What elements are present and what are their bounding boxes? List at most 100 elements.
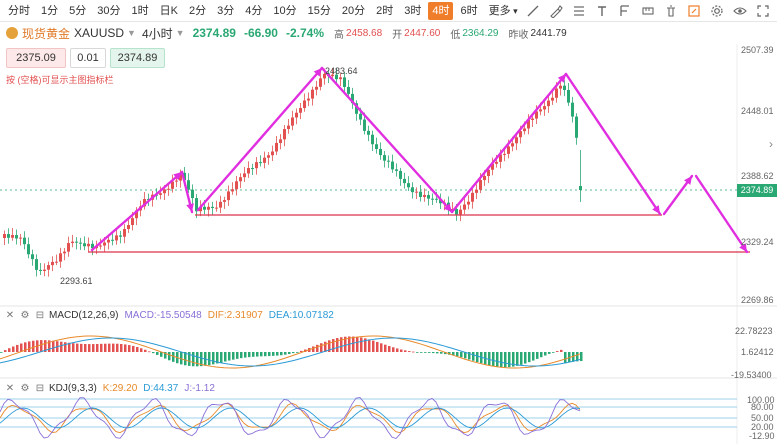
symbol-code[interactable]: XAUUSD: [74, 26, 124, 40]
macd-bar: [4, 350, 7, 352]
candle-body: [51, 261, 54, 266]
macd-bar: [400, 349, 403, 352]
kdj-name[interactable]: KDJ(9,3,3): [49, 383, 97, 394]
d-value: 44.37: [153, 382, 179, 394]
eye-icon[interactable]: [730, 1, 750, 21]
candle-body: [555, 88, 558, 98]
candle-body: [39, 269, 42, 271]
price-axis-label: 2448.01: [741, 106, 774, 116]
tab-timeframe[interactable]: 4分: [241, 2, 266, 20]
chevron-right-icon[interactable]: ›: [765, 136, 777, 152]
macd-bar: [16, 344, 19, 352]
candle-body: [479, 180, 482, 190]
tab-timeframe[interactable]: 15分: [304, 2, 335, 20]
text-tool-icon[interactable]: [592, 1, 612, 21]
candle-body: [515, 137, 518, 144]
clear-icon[interactable]: [661, 1, 681, 21]
tab-timeframe[interactable]: 6时: [456, 2, 481, 20]
sell-button[interactable]: 2375.09: [6, 48, 66, 68]
drawing-mode-icon[interactable]: [684, 1, 704, 21]
tab-timeframe[interactable]: 1分: [37, 2, 62, 20]
prev-close-value: 2441.79: [530, 27, 567, 39]
tab-timeframe[interactable]: 10分: [269, 2, 300, 20]
candle-body: [363, 119, 366, 131]
brush-icon[interactable]: [546, 1, 566, 21]
indicator-hint: 按 (空格)可显示主图指标栏: [6, 75, 114, 85]
candle-body: [167, 188, 170, 190]
tab-timeframe[interactable]: 2时: [372, 2, 397, 20]
macd-name[interactable]: MACD(12,26,9): [49, 310, 118, 321]
gear-icon[interactable]: ⚙: [19, 382, 31, 394]
ruler-icon[interactable]: [569, 1, 589, 21]
candle-body: [283, 129, 286, 140]
tab-timeframe[interactable]: 更多: [485, 2, 522, 20]
candle-body: [115, 235, 118, 241]
candle-body: [463, 204, 466, 210]
candle-body: [75, 241, 78, 243]
candle-body: [3, 234, 6, 238]
order-panel: 2375.09 0.01 2374.89: [6, 48, 169, 68]
macd-bar: [292, 352, 295, 354]
tab-timeframe[interactable]: 30分: [93, 2, 124, 20]
tab-timeframe[interactable]: 4时: [428, 2, 454, 20]
macd-bar: [276, 352, 279, 356]
macd-bar: [0, 352, 3, 353]
macd-bar: [40, 340, 43, 352]
macd-bar: [80, 343, 83, 352]
macd-axis-label: 22.78223: [735, 326, 773, 336]
macd-bar: [72, 343, 75, 352]
tab-timeframe[interactable]: 3分: [213, 2, 238, 20]
tab-timeframe[interactable]: 1时: [128, 2, 153, 20]
measure-icon[interactable]: [638, 1, 658, 21]
candle-body: [103, 242, 106, 246]
macd-bar: [112, 343, 115, 352]
trendline-icon[interactable]: [523, 1, 543, 21]
close-icon[interactable]: ✕: [4, 382, 16, 394]
close-icon[interactable]: ✕: [4, 309, 16, 321]
macd-bar: [476, 352, 479, 362]
macd-bar: [408, 351, 411, 352]
collapse-icon[interactable]: ⊟: [34, 382, 46, 394]
macd-bar: [120, 343, 123, 352]
macd-bar: [296, 352, 299, 353]
macd-bar: [564, 352, 567, 364]
macd-bar: [208, 352, 211, 366]
macd-bar: [192, 352, 195, 367]
candle-body: [207, 206, 210, 210]
tab-timeframe[interactable]: 2分: [185, 2, 210, 20]
candle-body: [23, 237, 26, 245]
macd-bar: [76, 343, 79, 352]
candle-body: [223, 200, 226, 202]
buy-button[interactable]: 2374.89: [110, 48, 165, 68]
candle-body: [379, 148, 382, 156]
trend-arrow: [90, 170, 184, 252]
gold-icon: [6, 27, 18, 39]
gear-icon[interactable]: ⚙: [19, 309, 31, 321]
fullscreen-icon[interactable]: [753, 1, 773, 21]
candle-body: [567, 90, 570, 103]
macd-bar: [504, 352, 507, 368]
macd-bar: [104, 343, 107, 352]
tab-timeframe[interactable]: 分时: [4, 2, 34, 20]
symbol-name[interactable]: 现货黄金: [22, 25, 70, 42]
fibonacci-icon[interactable]: [615, 1, 635, 21]
collapse-icon[interactable]: ⊟: [34, 309, 46, 321]
macd-bar: [280, 352, 283, 356]
candle-body: [235, 181, 238, 190]
quantity-input[interactable]: 0.01: [70, 48, 106, 68]
macd-bar: [556, 351, 559, 352]
tab-timeframe[interactable]: 日K: [156, 2, 182, 20]
tab-timeframe[interactable]: 5分: [65, 2, 90, 20]
macd-bar: [336, 338, 339, 352]
macd-bar: [248, 352, 251, 358]
macd-bar: [220, 352, 223, 363]
tab-timeframe[interactable]: 20分: [338, 2, 369, 20]
tab-timeframe[interactable]: 3时: [400, 2, 425, 20]
settings-icon[interactable]: [707, 1, 727, 21]
macd-bar: [136, 347, 139, 352]
macd-bar: [212, 352, 215, 365]
chevron-down-icon[interactable]: ▼: [127, 28, 136, 38]
chevron-down-icon[interactable]: ▼: [176, 28, 185, 38]
macd-bar: [356, 336, 359, 352]
period-selector[interactable]: 4小时: [142, 25, 173, 42]
